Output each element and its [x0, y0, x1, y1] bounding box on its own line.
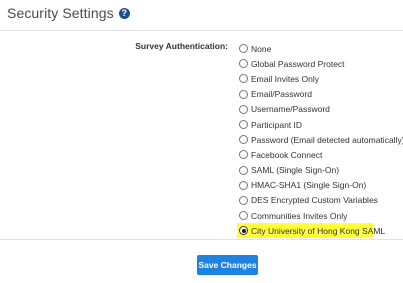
- page-header: Security Settings ?: [7, 4, 130, 22]
- auth-option-label: DES Encrypted Custom Variables: [251, 195, 378, 206]
- survey-authentication-options: None Global Password Protect Email Invit…: [237, 41, 403, 239]
- radio-button[interactable]: [239, 195, 248, 205]
- auth-option-participant-id[interactable]: Participant ID: [239, 117, 399, 132]
- radio-button[interactable]: [239, 44, 248, 54]
- auth-option-global-password-protect[interactable]: Global Password Protect: [239, 56, 399, 71]
- radio-button[interactable]: [239, 165, 248, 175]
- radio-button[interactable]: [239, 74, 248, 84]
- save-changes-button[interactable]: Save Changes: [197, 255, 258, 275]
- auth-option-label: HMAC-SHA1 (Single Sign-On): [251, 180, 367, 191]
- auth-option-label: Global Password Protect: [251, 58, 345, 69]
- auth-option-email-password[interactable]: Email/Password: [239, 87, 399, 102]
- page-title: Security Settings: [7, 5, 114, 21]
- radio-button[interactable]: [239, 59, 248, 69]
- auth-option-username-password[interactable]: Username/Password: [239, 102, 399, 117]
- auth-option-saml[interactable]: SAML (Single Sign-On): [239, 163, 399, 178]
- auth-option-label: Password (Email detected automatically): [251, 134, 403, 145]
- footer-divider: [0, 239, 403, 240]
- auth-option-none[interactable]: None: [239, 41, 399, 56]
- auth-option-email-invites-only[interactable]: Email Invites Only: [239, 71, 399, 86]
- radio-button-selected[interactable]: [239, 226, 248, 236]
- auth-option-label: Email/Password: [251, 89, 312, 100]
- survey-authentication-label: Survey Authentication:: [135, 41, 228, 51]
- radio-button[interactable]: [239, 150, 248, 160]
- auth-option-communities-invites-only[interactable]: Communities Invites Only: [239, 208, 399, 223]
- auth-option-label: Communities Invites Only: [251, 210, 348, 221]
- radio-button[interactable]: [239, 104, 248, 114]
- auth-option-hmac-sha1[interactable]: HMAC-SHA1 (Single Sign-On): [239, 178, 399, 193]
- radio-button[interactable]: [239, 89, 248, 99]
- help-icon[interactable]: ?: [118, 7, 130, 19]
- auth-option-city-university-saml[interactable]: City University of Hong Kong SAML: [237, 223, 385, 239]
- radio-button[interactable]: [239, 211, 248, 221]
- auth-option-des-encrypted[interactable]: DES Encrypted Custom Variables: [239, 193, 399, 208]
- radio-button[interactable]: [239, 180, 248, 190]
- radio-button[interactable]: [239, 120, 248, 130]
- auth-option-password-email-detected[interactable]: Password (Email detected automatically): [239, 132, 403, 147]
- auth-option-label: Facebook Connect: [251, 149, 323, 160]
- auth-option-label: City University of Hong Kong SAML: [251, 225, 386, 236]
- auth-option-label: Username/Password: [251, 104, 330, 115]
- security-settings-page: Security Settings ? Survey Authenticatio…: [0, 0, 403, 283]
- auth-option-label: Participant ID: [251, 119, 303, 130]
- auth-option-label: Email Invites Only: [251, 73, 320, 84]
- header-divider: [0, 30, 403, 31]
- auth-option-label: None: [251, 43, 272, 54]
- auth-option-label: SAML (Single Sign-On): [251, 165, 340, 176]
- radio-button[interactable]: [239, 135, 248, 145]
- auth-option-facebook-connect[interactable]: Facebook Connect: [239, 147, 399, 162]
